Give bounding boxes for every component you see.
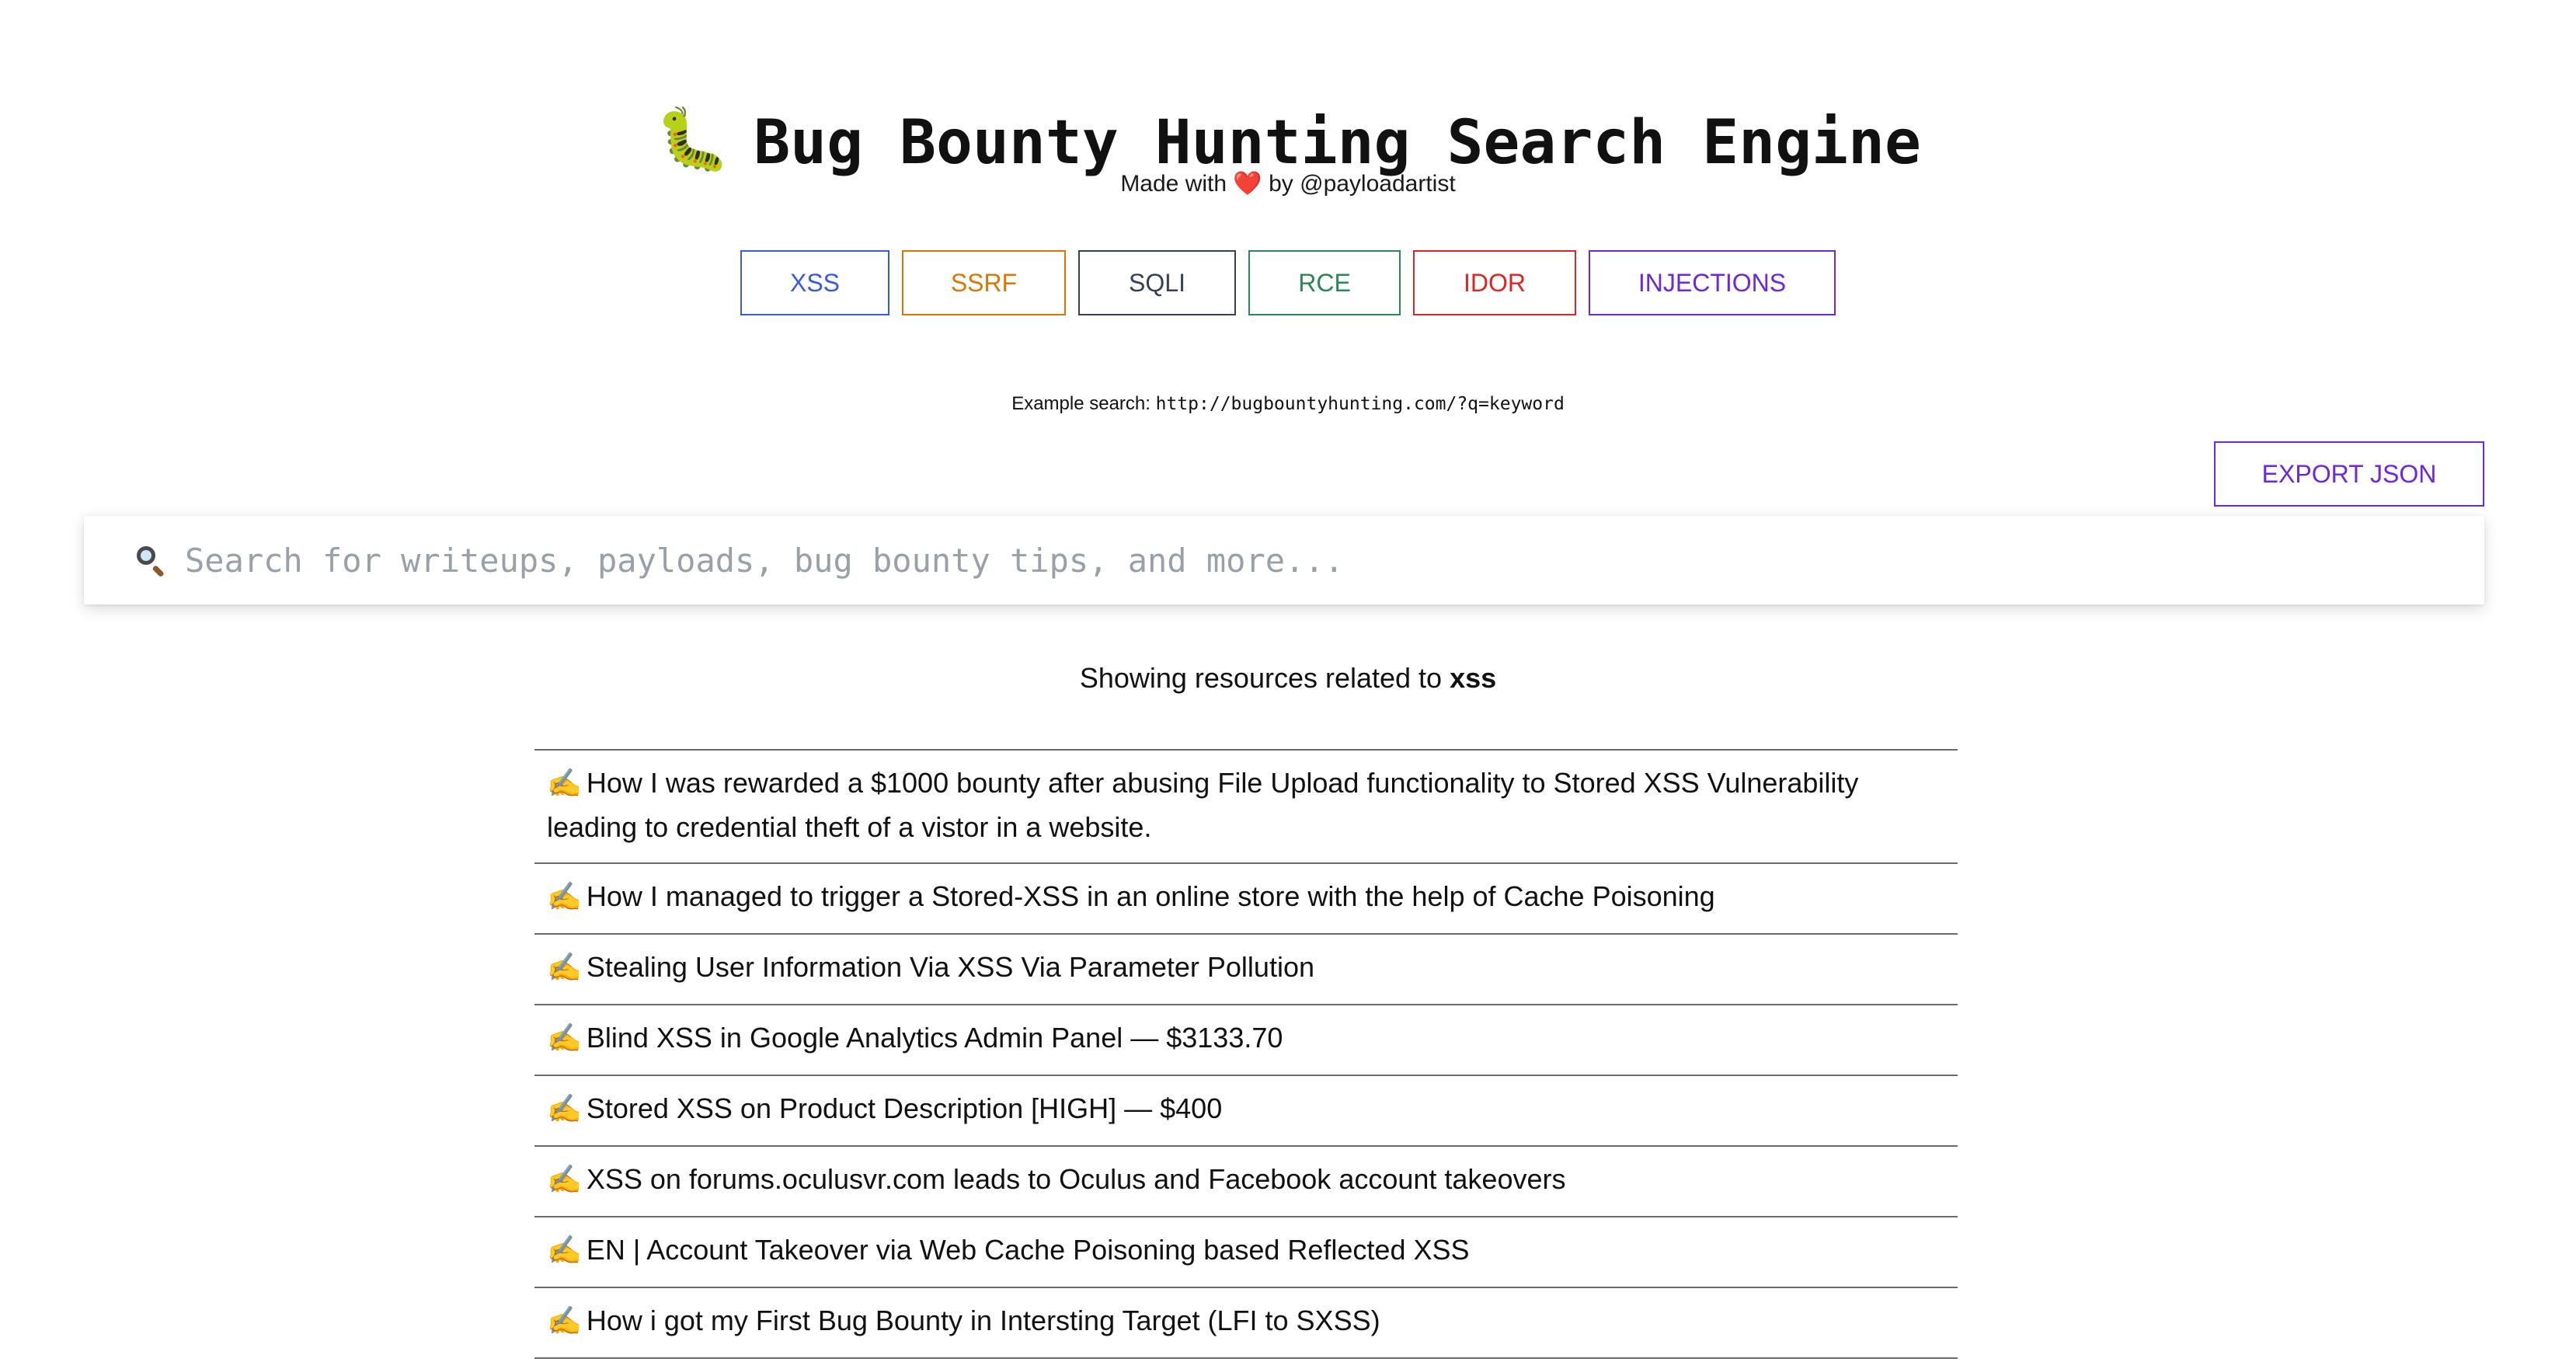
category-button-sqli[interactable]: SQLI — [1078, 250, 1236, 315]
writing-hand-icon: ✍️ — [547, 1093, 582, 1125]
example-search-label: Example search: — [1011, 393, 1150, 414]
tagline-suffix: by @payloadartist — [1269, 171, 1456, 197]
result-item[interactable]: ✍️ Stored XSS on Product Description [HIG… — [534, 1076, 1958, 1147]
result-item[interactable]: ✍️ How I was rewarded a $1000 bounty afte… — [534, 751, 1958, 864]
writing-hand-icon: ✍️ — [547, 1235, 582, 1266]
writing-hand-icon: ✍️ — [547, 1164, 582, 1196]
magnifying-glass-icon — [134, 543, 168, 578]
category-button-ssrf[interactable]: SSRF — [902, 250, 1066, 315]
results-list: ✍️ How I was rewarded a $1000 bounty afte… — [534, 749, 1958, 1359]
result-title: How I was rewarded a $1000 bounty after … — [547, 767, 1859, 843]
result-title: Stored XSS on Product Description [HIGH]… — [586, 1092, 1223, 1124]
result-title: XSS on forums.oculusvr.com leads to Ocul… — [586, 1163, 1566, 1195]
tagline: Made with ❤️ by @payloadartist — [0, 168, 2576, 200]
result-item[interactable]: ✍️ Stealing User Information Via XSS Via … — [534, 935, 1958, 1005]
result-title: How I managed to trigger a Stored-XSS in… — [586, 880, 1715, 912]
writing-hand-icon: ✍️ — [547, 881, 582, 913]
result-item[interactable]: ✍️ Blind XSS in Google Analytics Admin Pa… — [534, 1005, 1958, 1076]
category-button-injections[interactable]: INJECTIONS — [1589, 250, 1836, 315]
search-input[interactable] — [185, 516, 2484, 604]
example-search-url: http://bugbountyhunting.com/?q=keyword — [1155, 394, 1565, 414]
result-title: EN | Account Takeover via Web Cache Pois… — [586, 1234, 1470, 1266]
result-item[interactable]: ✍️ XSS on forums.oculusvr.com leads to Oc… — [534, 1147, 1958, 1217]
example-search: Example search: http://bugbountyhunting.… — [0, 388, 2576, 420]
category-button-idor[interactable]: IDOR — [1413, 250, 1576, 315]
writing-hand-icon: ✍️ — [547, 1022, 582, 1054]
results-query: xss — [1450, 662, 1497, 694]
result-title: Stealing User Information Via XSS Via Pa… — [586, 951, 1314, 983]
result-item[interactable]: ✍️ How i got my First Bug Bounty in Inter… — [534, 1288, 1958, 1359]
export-json-button[interactable]: EXPORT JSON — [2214, 441, 2484, 507]
writing-hand-icon: ✍️ — [547, 1305, 582, 1337]
results-heading-prefix: Showing resources related to — [1079, 662, 1443, 694]
results-heading: Showing resources related to xss — [0, 659, 2576, 698]
tagline-prefix: Made with — [1120, 171, 1227, 197]
writing-hand-icon: ✍️ — [547, 768, 582, 799]
category-button-xss[interactable]: XSS — [740, 250, 889, 315]
search-bar — [84, 516, 2484, 604]
result-item[interactable]: ✍️ How I managed to trigger a Stored-XSS … — [534, 864, 1958, 935]
category-filter-bar: XSS SSRF SQLI RCE IDOR INJECTIONS — [0, 250, 2576, 315]
result-title: Blind XSS in Google Analytics Admin Pane… — [586, 1022, 1283, 1054]
heart-icon: ❤️ — [1233, 170, 1262, 197]
writing-hand-icon: ✍️ — [547, 952, 582, 984]
result-item[interactable]: ✍️ EN | Account Takeover via Web Cache Po… — [534, 1217, 1958, 1288]
category-button-rce[interactable]: RCE — [1248, 250, 1401, 315]
result-title: How i got my First Bug Bounty in Interst… — [586, 1305, 1380, 1336]
